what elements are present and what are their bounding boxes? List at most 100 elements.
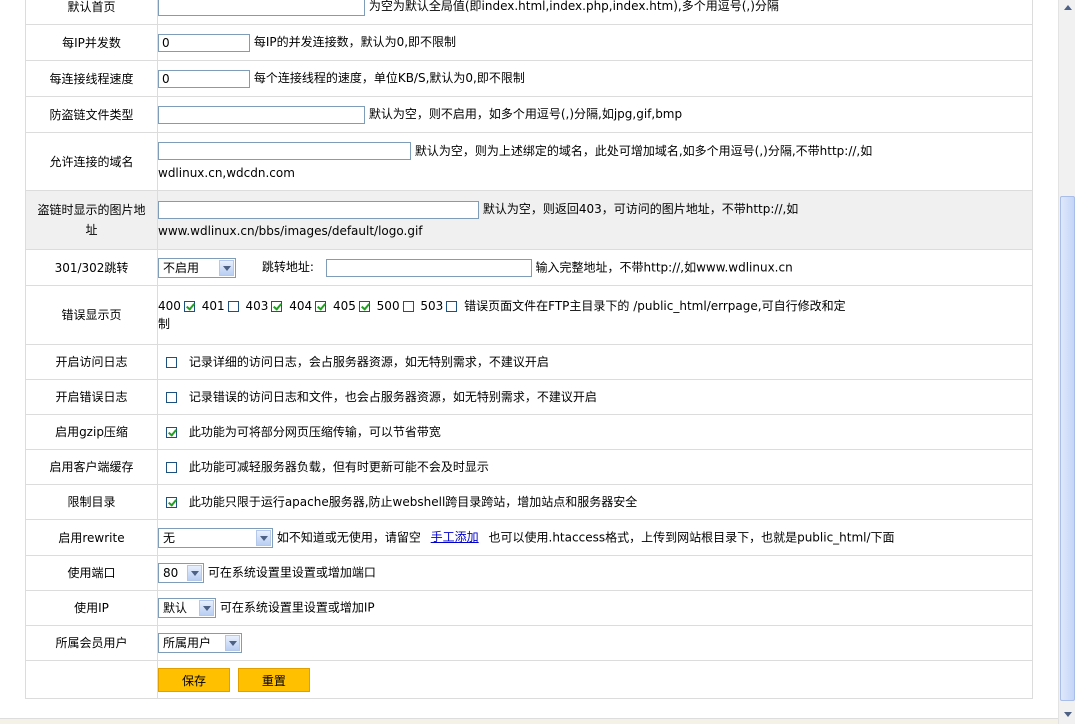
row-gzip: 启用gzip压缩 此功能为可将部分网页压缩传输，可以节省带宽 [25,414,1033,450]
checkbox-403[interactable] [271,301,283,312]
error-log-checkbox[interactable] [166,392,177,403]
hotlink-types-desc: 默认为空，则不启用，如多个用逗号(,)分隔,如jpg,gif,bmp [368,107,683,122]
row-default-page: 默认首页 为空为默认全局值(即index.html,index.php,inde… [25,0,1033,25]
default-page-input[interactable] [158,0,365,16]
gzip-checkbox[interactable] [166,427,177,438]
chevron-down-icon[interactable] [225,635,240,651]
error-code-500: 500 [377,299,417,313]
error-code-404: 404 [289,299,329,313]
row-hotlink-image: 盗链时显示的图片地址 默认为空，则返回403，可访问的图片地址，不带http:/… [25,190,1033,250]
checkbox-503[interactable] [446,301,458,312]
manual-add-link[interactable]: 手工添加 [431,530,479,544]
label-error-page: 错误显示页 [25,285,158,345]
label-restrict-dir: 限制目录 [25,484,158,520]
port-select[interactable]: 80 [158,563,204,583]
row-allowed-domains: 允许连接的域名 默认为空，则为上述绑定的域名，此处可增加域名,如多个用逗号(,)… [25,132,1033,191]
speed-desc: 每个连接线程的速度，单位KB/S,默认为0,即不限制 [253,71,525,86]
error-code-405: 405 [333,299,373,313]
redirect-addr-input[interactable] [325,258,532,277]
label-speed: 每连接线程速度 [25,60,158,97]
scroll-down-icon[interactable] [1060,706,1075,722]
row-error-page: 错误显示页 400 401 403 404 405 500 503 错误页面文件… [25,285,1033,345]
error-log-desc: 记录错误的访问日志和文件，也会占服务器资源，如无特别需求，不建议开启 [188,390,597,404]
checkbox-500[interactable] [402,301,414,312]
client-cache-desc: 此功能可减轻服务器负载，但有时更新可能不会及时显示 [188,460,489,474]
error-code-label: 503 [420,299,444,313]
allowed-domains-input[interactable] [158,142,411,160]
reset-button[interactable]: 重置 [237,667,310,692]
label-allowed-domains: 允许连接的域名 [25,132,158,191]
label-port: 使用端口 [25,555,158,591]
site-settings-table: 默认首页 为空为默认全局值(即index.html,index.php,inde… [25,0,1033,699]
hotlink-image-input[interactable] [158,200,479,219]
error-code-label: 404 [289,299,313,313]
member-select[interactable]: 所属用户 [158,633,242,653]
chevron-down-icon[interactable] [256,529,271,546]
row-rewrite: 启用rewrite 无 如不知道或无使用，请留空 手工添加 也可以使用.htac… [25,519,1033,556]
chevron-down-icon[interactable] [199,600,214,616]
error-page-desc: 错误页面文件在FTP主目录下的 /public_html/errpage,可自行… [464,299,846,313]
redirect-desc: 输入完整地址，不带http://,如www.wdlinux.cn [535,260,793,274]
row-port: 使用端口 80 可在系统设置里设置或增加端口 [25,555,1033,591]
row-restrict-dir: 限制目录 此功能只限于运行apache服务器,防止webshell跨目录跨站，增… [25,484,1033,520]
checkbox-400[interactable] [183,301,195,312]
row-client-cache: 启用客户端缓存 此功能可减轻服务器负载，但有时更新可能不会及时显示 [25,449,1033,485]
client-cache-checkbox[interactable] [166,462,177,473]
checkbox-404[interactable] [315,301,327,312]
label-hotlink-image: 盗链时显示的图片地址 [25,190,158,250]
error-code-400: 400 [158,299,198,313]
error-code-label: 401 [201,299,225,313]
label-client-cache: 启用客户端缓存 [25,449,158,485]
label-default-page: 默认首页 [25,0,158,25]
restrict-dir-checkbox[interactable] [166,497,177,508]
member-select-value: 所属用户 [163,636,212,650]
redirect-select-value: 不启用 [163,260,200,275]
error-code-403: 403 [245,299,285,313]
row-per-ip: 每IP并发数 每IP的并发连接数，默认为0,即不限制 [25,24,1033,61]
rewrite-desc-cont: 也可以使用.htaccess格式，上传到网站根目录下，也就是public_htm… [488,530,895,544]
chevron-down-icon[interactable] [187,565,202,581]
rewrite-select-value: 无 [163,530,176,545]
label-per-ip: 每IP并发数 [25,24,158,61]
label-hotlink-types: 防盗链文件类型 [25,96,158,133]
error-code-503: 503 [420,299,460,313]
scroll-thumb[interactable] [1060,196,1075,701]
bottom-frame-edge [0,718,1058,724]
vertical-scrollbar[interactable] [1058,0,1075,724]
scroll-up-icon[interactable] [1060,0,1075,16]
save-button[interactable]: 保存 [158,667,230,692]
port-select-value: 80 [163,566,179,580]
label-member: 所属会员用户 [25,625,158,661]
row-speed: 每连接线程速度 每个连接线程的速度，单位KB/S,默认为0,即不限制 [25,60,1033,97]
row-access-log: 开启访问日志 记录详细的访问日志，会占服务器资源，如无特别需求，不建议开启 [25,344,1033,380]
ip-select[interactable]: 默认 [158,598,216,618]
checkbox-401[interactable] [227,301,239,312]
error-code-401: 401 [202,299,242,313]
hotlink-types-input[interactable] [158,105,365,124]
row-redirect: 301/302跳转 不启用 跳转地址: 输入完整地址，不带http://,如ww… [25,249,1033,286]
label-redirect: 301/302跳转 [25,249,158,286]
error-code-label: 400 [158,299,181,313]
access-log-checkbox[interactable] [166,357,177,368]
rewrite-desc: 如不知道或无使用，请留空 [276,530,421,544]
port-desc: 可在系统设置里设置或增加端口 [207,565,376,580]
checkbox-405[interactable] [358,301,370,312]
redirect-select[interactable]: 不启用 [158,257,236,278]
chevron-down-icon[interactable] [219,259,234,276]
rewrite-select[interactable]: 无 [158,527,273,548]
row-hotlink-types: 防盗链文件类型 默认为空，则不启用，如多个用逗号(,)分隔,如jpg,gif,b… [25,96,1033,133]
redirect-addr-label: 跳转地址: [261,260,314,274]
row-member: 所属会员用户 所属用户 [25,625,1033,661]
label-error-log: 开启错误日志 [25,379,158,415]
hotlink-image-example: www.wdlinux.cn/bbs/images/default/logo.g… [158,224,423,238]
per-ip-desc: 每IP的并发连接数，默认为0,即不限制 [253,35,457,50]
speed-input[interactable] [158,69,250,88]
default-page-desc: 为空为默认全局值(即index.html,index.php,index.htm… [368,0,779,14]
label-rewrite: 启用rewrite [25,519,158,556]
per-ip-input[interactable] [158,33,250,52]
error-page-desc-cont: 制 [158,317,171,331]
error-code-label: 405 [332,299,356,313]
label-ip: 使用IP [25,590,158,626]
label-access-log: 开启访问日志 [25,344,158,380]
access-log-desc: 记录详细的访问日志，会占服务器资源，如无特别需求，不建议开启 [188,355,549,369]
